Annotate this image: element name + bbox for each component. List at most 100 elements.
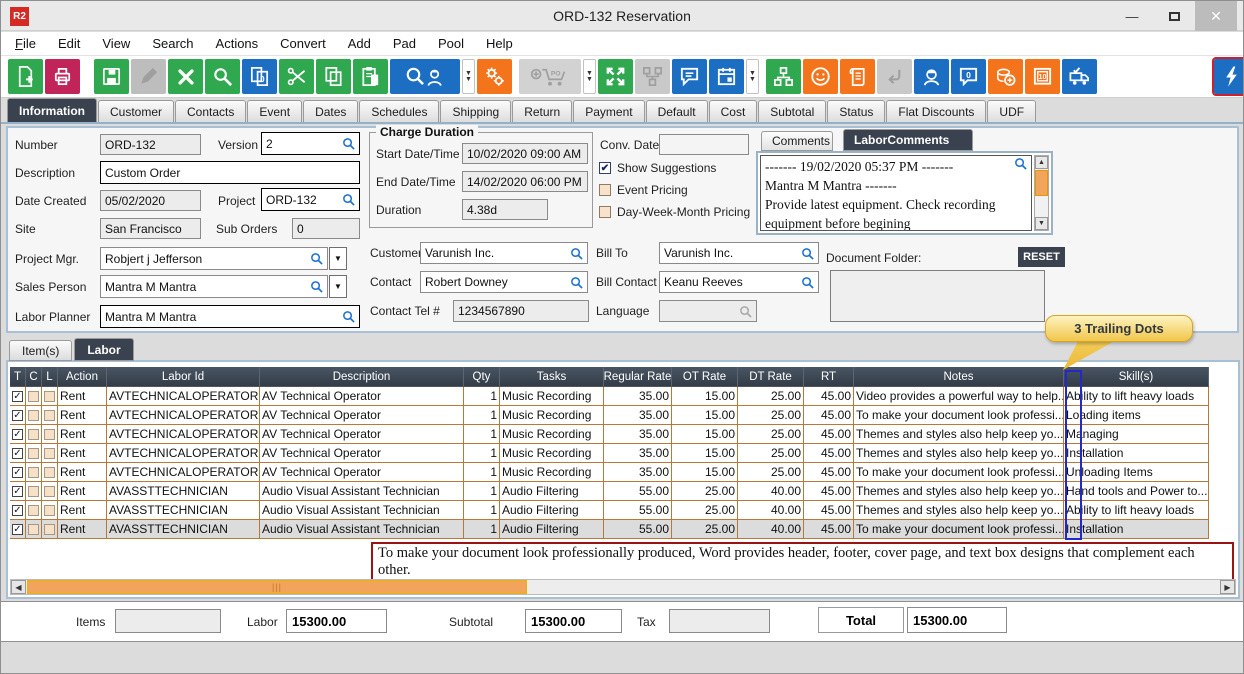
- option-show-suggestions[interactable]: ✔Show Suggestions: [599, 161, 716, 175]
- cell-checkbox-l[interactable]: [42, 425, 58, 443]
- return-arrow-icon[interactable]: [877, 59, 912, 94]
- tab-default[interactable]: Default: [646, 100, 708, 122]
- table-row[interactable]: ✓RentAVASSTTECHNICIANAudio Visual Assist…: [10, 501, 1209, 520]
- cell-checkbox-t[interactable]: ✓: [10, 406, 26, 424]
- labor-planner-search-icon[interactable]: [342, 310, 355, 323]
- labor-total-field[interactable]: 15300.00: [286, 609, 387, 633]
- cell-checkbox-t[interactable]: ✓: [10, 387, 26, 405]
- cell-checkbox-l[interactable]: [42, 482, 58, 500]
- items-total-field[interactable]: [115, 609, 221, 633]
- find-labor-icon[interactable]: [390, 59, 460, 94]
- menu-actions[interactable]: Actions: [216, 36, 259, 51]
- h-scrollbar-thumb[interactable]: |||: [27, 580, 527, 594]
- project-mgr-field[interactable]: Robjert j Jefferson: [100, 247, 328, 270]
- cell-checkbox-c[interactable]: [26, 387, 42, 405]
- add-po-dropdown[interactable]: ▼▼: [583, 59, 596, 94]
- column-header-labor-id[interactable]: Labor Id: [107, 367, 260, 386]
- duration-field[interactable]: 4.38d: [462, 199, 548, 220]
- column-header-action[interactable]: Action: [58, 367, 107, 386]
- table-row[interactable]: ✓RentAVTECHNICALOPERATORAV Technical Ope…: [10, 387, 1209, 406]
- unchecked-checkbox-icon[interactable]: [28, 467, 39, 478]
- tab-payment[interactable]: Payment: [573, 100, 644, 122]
- cell-checkbox-l[interactable]: [42, 444, 58, 462]
- search-icon[interactable]: [205, 59, 240, 94]
- tab-comments[interactable]: Comments: [761, 131, 833, 151]
- menu-convert[interactable]: Convert: [280, 36, 326, 51]
- new-order-icon[interactable]: [8, 59, 43, 94]
- version-field[interactable]: 2: [261, 132, 360, 155]
- add-po-cart-icon[interactable]: PO: [519, 59, 581, 94]
- scroll-down-icon[interactable]: ▼: [1035, 217, 1048, 230]
- comments-scrollbar[interactable]: ▲ ▼: [1034, 155, 1049, 231]
- tab-customer[interactable]: Customer: [98, 100, 174, 122]
- end-datetime-field[interactable]: 14/02/2020 06:00 PM: [462, 171, 588, 192]
- cell-checkbox-t[interactable]: ✓: [10, 425, 26, 443]
- unchecked-checkbox-icon[interactable]: [28, 410, 39, 421]
- unchecked-checkbox-icon[interactable]: [28, 524, 39, 535]
- checked-checkbox-icon[interactable]: ✓: [12, 467, 23, 478]
- menu-help[interactable]: Help: [486, 36, 513, 51]
- menu-edit[interactable]: Edit: [58, 36, 80, 51]
- menu-pad[interactable]: Pad: [393, 36, 416, 51]
- unchecked-checkbox-icon[interactable]: [44, 448, 55, 459]
- unchecked-checkbox-icon[interactable]: [44, 429, 55, 440]
- contact-search-icon[interactable]: [570, 276, 583, 289]
- cell-checkbox-t[interactable]: ✓: [10, 444, 26, 462]
- customer-field[interactable]: Varunish Inc.: [420, 242, 588, 264]
- cell-checkbox-l[interactable]: [42, 463, 58, 481]
- table-row[interactable]: ✓RentAVTECHNICALOPERATORAV Technical Ope…: [10, 406, 1209, 425]
- print-icon[interactable]: [45, 59, 80, 94]
- table-row[interactable]: ✓RentAVASSTTECHNICIANAudio Visual Assist…: [10, 482, 1209, 501]
- table-row[interactable]: ✓RentAVTECHNICALOPERATORAV Technical Ope…: [10, 444, 1209, 463]
- worker-icon[interactable]: [914, 59, 949, 94]
- tab-labor[interactable]: Labor: [74, 338, 133, 361]
- scroll-left-icon[interactable]: ◀: [11, 580, 26, 594]
- checked-checkbox-icon[interactable]: ✓: [12, 486, 23, 497]
- cell-checkbox-l[interactable]: [42, 387, 58, 405]
- chat-count-icon[interactable]: 0: [951, 59, 986, 94]
- column-header-c[interactable]: C: [26, 367, 42, 386]
- vault-icon[interactable]: 10: [1025, 59, 1060, 94]
- calendar-dropdown[interactable]: ▼▼: [746, 59, 759, 94]
- table-row[interactable]: ✓RentAVTECHNICALOPERATORAV Technical Ope…: [10, 425, 1209, 444]
- tab-contacts[interactable]: Contacts: [175, 100, 246, 122]
- conv-date-field[interactable]: [659, 134, 749, 155]
- scroll-list-icon[interactable]: [840, 59, 875, 94]
- org-tree-icon[interactable]: [766, 59, 801, 94]
- scrollbar-thumb[interactable]: [1035, 170, 1048, 196]
- column-header-dt-rate[interactable]: DT Rate: [738, 367, 804, 386]
- find-labor-dropdown[interactable]: ▼▼: [462, 59, 475, 94]
- total-field[interactable]: 15300.00: [907, 607, 1007, 633]
- checked-checkbox-icon[interactable]: ✓: [12, 410, 23, 421]
- checkbox-icon[interactable]: ✔: [599, 162, 611, 174]
- close-button[interactable]: ✕: [1195, 1, 1237, 31]
- unchecked-checkbox-icon[interactable]: [44, 467, 55, 478]
- nodes-icon[interactable]: [635, 59, 670, 94]
- unchecked-checkbox-icon[interactable]: [28, 448, 39, 459]
- smiley-icon[interactable]: [803, 59, 838, 94]
- start-datetime-field[interactable]: 10/02/2020 09:00 AM: [462, 143, 588, 164]
- customer-search-icon[interactable]: [570, 247, 583, 260]
- option-day-week-month-pricing[interactable]: Day-Week-Month Pricing: [599, 205, 750, 219]
- bill-to-search-icon[interactable]: [801, 247, 814, 260]
- cell-checkbox-l[interactable]: [42, 520, 58, 538]
- save-icon[interactable]: [94, 59, 129, 94]
- tab-shipping[interactable]: Shipping: [440, 100, 511, 122]
- unchecked-checkbox-icon[interactable]: [28, 391, 39, 402]
- cell-checkbox-l[interactable]: [42, 406, 58, 424]
- cell-checkbox-c[interactable]: [26, 463, 42, 481]
- column-header-description[interactable]: Description: [260, 367, 464, 386]
- date-created-field[interactable]: 05/02/2020: [100, 190, 201, 211]
- project-mgr-search-icon[interactable]: [310, 252, 323, 265]
- cell-checkbox-c[interactable]: [26, 501, 42, 519]
- unchecked-checkbox-icon[interactable]: [44, 486, 55, 497]
- checked-checkbox-icon[interactable]: ✓: [12, 391, 23, 402]
- cell-checkbox-l[interactable]: [42, 501, 58, 519]
- cell-checkbox-c[interactable]: [26, 520, 42, 538]
- unchecked-checkbox-icon[interactable]: [44, 391, 55, 402]
- labor-comments-box[interactable]: ------- 19/02/2020 05:37 PM -------Mantr…: [756, 151, 1053, 235]
- labor-planner-field[interactable]: Mantra M Mantra: [100, 305, 360, 328]
- cell-checkbox-t[interactable]: ✓: [10, 482, 26, 500]
- tab-subtotal[interactable]: Subtotal: [758, 100, 826, 122]
- delete-icon[interactable]: [168, 59, 203, 94]
